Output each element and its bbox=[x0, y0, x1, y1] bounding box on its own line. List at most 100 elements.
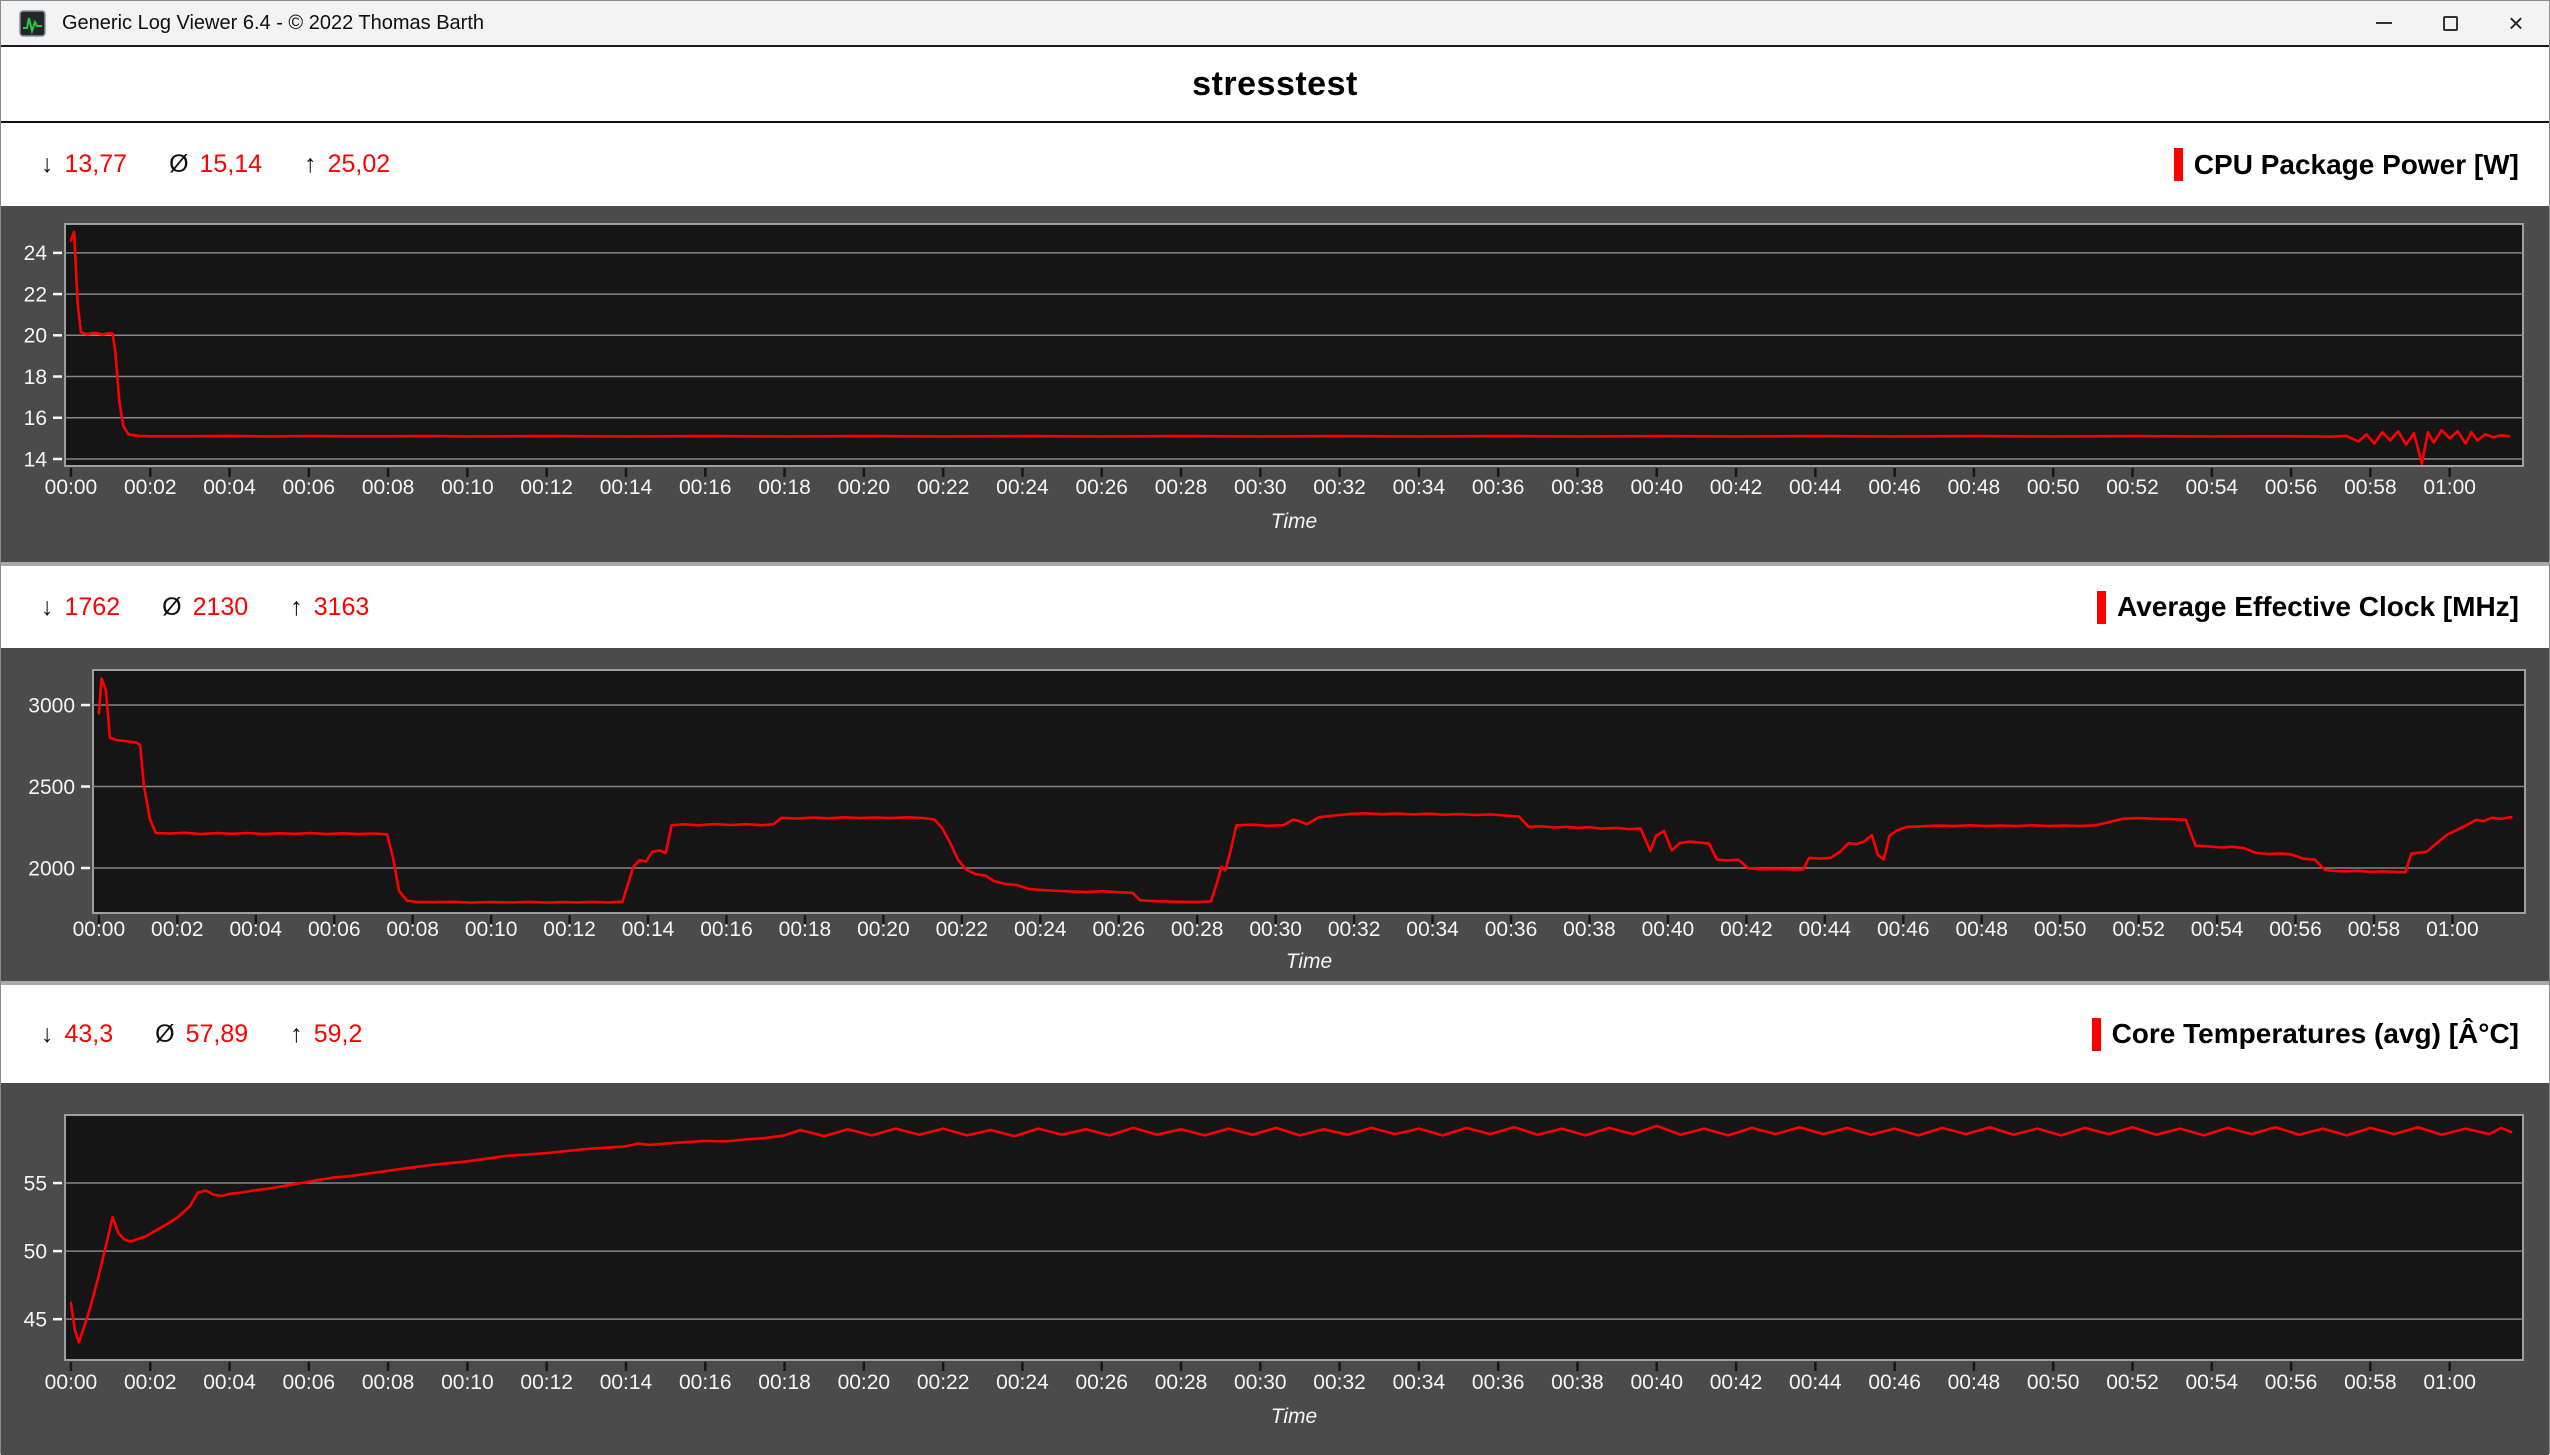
max-arrow-icon: ↑ bbox=[304, 150, 317, 178]
max-arrow-icon: ↑ bbox=[290, 1019, 303, 1048]
x-axis-label: 00:02 bbox=[151, 918, 204, 941]
chart-panel-temp: 45 50 55 00:00 00:02 00:04 00:06 00:08 00:10 00:1… bbox=[1, 1083, 2549, 1455]
x-axis-label: 00:42 bbox=[1710, 1371, 1763, 1394]
x-axis-label: 00:04 bbox=[230, 918, 283, 941]
x-axis-label: 00:48 bbox=[1955, 918, 2008, 941]
y-axis-label: 50 bbox=[24, 1240, 47, 1263]
x-axis-label: 00:54 bbox=[2191, 918, 2244, 941]
x-axis-label: 00:12 bbox=[520, 1371, 573, 1394]
x-axis-label: 00:24 bbox=[996, 476, 1049, 499]
x-axis-label: 00:58 bbox=[2344, 1371, 2397, 1394]
page-header: stresstest bbox=[1, 47, 2549, 123]
maximize-button[interactable] bbox=[2417, 1, 2483, 45]
y-axis-label: 20 bbox=[24, 325, 47, 348]
x-axis-label: 00:34 bbox=[1393, 476, 1446, 499]
x-axis-label: 00:26 bbox=[1075, 1371, 1128, 1394]
x-axis-label: 00:46 bbox=[1877, 918, 1930, 941]
y-axis-label: 45 bbox=[24, 1309, 47, 1332]
x-axis-label: 00:54 bbox=[2186, 1371, 2239, 1394]
x-axis-label: 00:18 bbox=[758, 476, 811, 499]
x-axis-label: 00:06 bbox=[308, 918, 361, 941]
x-axis-label: 01:00 bbox=[2423, 476, 2476, 499]
max-value: 3163 bbox=[313, 592, 370, 621]
accent-bar bbox=[2173, 148, 2183, 181]
x-axis-label: 00:08 bbox=[362, 1371, 415, 1394]
x-axis-label: 00:44 bbox=[1789, 476, 1842, 499]
x-axis-label: 00:32 bbox=[1313, 1371, 1366, 1394]
x-axis-label: 00:04 bbox=[203, 476, 256, 499]
window-controls: × bbox=[2351, 1, 2549, 45]
x-axis-label: 00:38 bbox=[1563, 918, 1616, 941]
x-axis-label: 00:28 bbox=[1155, 476, 1208, 499]
min-arrow-icon: ↓ bbox=[41, 150, 54, 178]
y-axis-label: 14 bbox=[24, 448, 48, 471]
y-axis-label: 22 bbox=[24, 283, 47, 306]
plot-area[interactable] bbox=[64, 1114, 2524, 1361]
x-axis-label: 00:34 bbox=[1393, 1371, 1446, 1394]
x-axis-label: 00:20 bbox=[838, 1371, 891, 1394]
minimize-button[interactable] bbox=[2351, 1, 2417, 45]
x-axis-label: 00:52 bbox=[2112, 918, 2165, 941]
max-value: 25,02 bbox=[327, 150, 391, 178]
x-axis-label: 00:12 bbox=[520, 476, 573, 499]
x-axis-label: 00:24 bbox=[1014, 918, 1067, 941]
maximize-icon bbox=[2442, 15, 2458, 31]
x-axis-label: 00:38 bbox=[1551, 1371, 1604, 1394]
x-axis-label: 00:16 bbox=[679, 1371, 732, 1394]
chart-title: Core Temperatures (avg) [Â°C] bbox=[2111, 1018, 2519, 1049]
chart-title: Average Effective Clock [MHz] bbox=[2117, 591, 2519, 622]
x-axis-label: 00:02 bbox=[124, 1371, 177, 1394]
x-axis-title: Time bbox=[1271, 510, 1317, 533]
x-axis-label: 00:50 bbox=[2034, 918, 2087, 941]
x-axis-label: 00:14 bbox=[600, 476, 653, 499]
min-arrow-icon: ↓ bbox=[41, 592, 54, 621]
avg-value: 57,89 bbox=[185, 1019, 249, 1048]
x-axis-label: 00:40 bbox=[1642, 918, 1695, 941]
x-axis-label: 00:08 bbox=[362, 476, 415, 499]
x-axis-label: 00:24 bbox=[996, 1371, 1049, 1394]
x-axis-title: Time bbox=[1286, 950, 1332, 973]
chart-stats: ↓ 43,3 Ø 57,89 ↑ 59,2 bbox=[41, 1020, 362, 1049]
x-axis-label: 00:00 bbox=[73, 918, 126, 941]
x-axis-label: 00:28 bbox=[1155, 1371, 1208, 1394]
x-axis-label: 00:50 bbox=[2027, 1371, 2080, 1394]
x-axis-label: 00:58 bbox=[2344, 476, 2397, 499]
max-value: 59,2 bbox=[313, 1019, 363, 1048]
stats-row-power: ↓ 13,77 Ø 15,14 ↑ 25,02 CPU Package Powe… bbox=[1, 123, 2549, 206]
window-title: Generic Log Viewer 6.4 - © 2022 Thomas B… bbox=[62, 11, 485, 34]
chart-title: CPU Package Power [W] bbox=[2193, 148, 2519, 180]
plot-area[interactable] bbox=[92, 669, 2526, 914]
close-button[interactable]: × bbox=[2483, 1, 2549, 45]
min-arrow-icon: ↓ bbox=[41, 1019, 54, 1048]
x-axis-label: 00:52 bbox=[2106, 476, 2159, 499]
chart-canvas-power[interactable]: 14 16 18 20 22 24 00:00 00:02 00:04 00:06 00:08 00:… bbox=[1, 206, 2550, 562]
x-axis-label: 00:22 bbox=[917, 1371, 970, 1394]
x-axis-label: 00:30 bbox=[1249, 918, 1302, 941]
x-axis-label: 00:00 bbox=[45, 1371, 98, 1394]
chart-canvas-clock[interactable]: 2000 2500 3000 00:00 00:02 00:04 00:06 00:08 00:… bbox=[1, 648, 2550, 981]
page-title: stresstest bbox=[1192, 64, 1358, 103]
x-axis-label: 00:26 bbox=[1092, 918, 1145, 941]
x-axis-label: 00:14 bbox=[600, 1371, 653, 1394]
x-axis-label: 00:20 bbox=[857, 918, 910, 941]
close-icon: × bbox=[2508, 7, 2524, 38]
x-axis-label: 00:36 bbox=[1485, 918, 1538, 941]
y-axis-label: 16 bbox=[24, 407, 47, 430]
x-axis-label: 00:18 bbox=[779, 918, 832, 941]
accent-bar bbox=[2091, 1017, 2101, 1051]
chart-title-group: Average Effective Clock [MHz] bbox=[2097, 590, 2519, 624]
x-axis-label: 00:42 bbox=[1710, 476, 1763, 499]
stats-row-clock: ↓ 1762 Ø 2130 ↑ 3163 Average Effective C… bbox=[1, 566, 2549, 648]
avg-icon: Ø bbox=[155, 1019, 175, 1048]
x-axis-label: 00:28 bbox=[1171, 918, 1224, 941]
x-axis-label: 00:54 bbox=[2186, 476, 2239, 499]
plot-area[interactable] bbox=[64, 223, 2524, 467]
avg-value: 2130 bbox=[192, 592, 249, 621]
x-axis-label: 00:14 bbox=[622, 918, 675, 941]
minimize-icon bbox=[2376, 22, 2392, 24]
y-axis-label: 24 bbox=[24, 242, 48, 265]
y-axis-label: 2000 bbox=[28, 857, 75, 880]
app-icon bbox=[19, 9, 46, 37]
x-axis-label: 00:12 bbox=[543, 918, 596, 941]
chart-canvas-temp[interactable]: 45 50 55 00:00 00:02 00:04 00:06 00:08 00:10 00:1… bbox=[1, 1083, 2550, 1455]
